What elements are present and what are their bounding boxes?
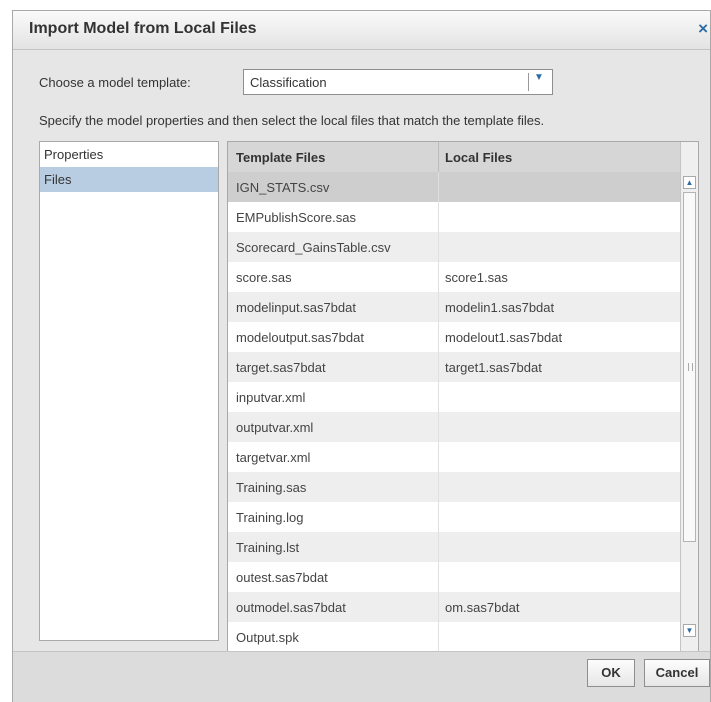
close-icon[interactable]: × (698, 19, 708, 39)
dropdown-button[interactable]: ▼ (528, 72, 548, 91)
table-row[interactable]: modeloutput.sas7bdat modelout1.sas7bdat (228, 322, 680, 352)
table-row[interactable]: targetvar.xml (228, 442, 680, 472)
table-row[interactable]: Training.sas (228, 472, 680, 502)
template-file-cell: targetvar.xml (236, 450, 311, 465)
template-file-cell: Output.spk (236, 630, 299, 645)
template-file-cell: outest.sas7bdat (236, 570, 328, 585)
chevron-down-icon: ▼ (534, 72, 544, 83)
column-header-local-files[interactable]: Local Files (445, 150, 512, 165)
dialog-footer: OK Cancel (13, 651, 710, 702)
template-file-cell: outputvar.xml (236, 420, 314, 435)
table-row[interactable]: Scorecard_GainsTable.csv (228, 232, 680, 262)
model-template-label: Choose a model template: (39, 75, 191, 90)
table-row[interactable]: outputvar.xml (228, 412, 680, 442)
table-row[interactable]: outest.sas7bdat (228, 562, 680, 592)
local-file-cell[interactable]: score1.sas (445, 270, 508, 285)
table-row[interactable]: inputvar.xml (228, 382, 680, 412)
sidebar-nav: Properties Files (39, 141, 219, 641)
template-file-cell: target.sas7bdat (236, 360, 326, 375)
dialog-title-bar[interactable]: Import Model from Local Files × (13, 11, 710, 50)
files-table: Template Files Local Files IGN_STATS.csv… (227, 141, 699, 661)
table-body: IGN_STATS.csv EMPublishScore.sas Scoreca… (228, 172, 680, 652)
vertical-scrollbar[interactable]: ▲ ▼ (680, 142, 698, 660)
table-row[interactable]: EMPublishScore.sas (228, 202, 680, 232)
template-file-cell: Training.log (236, 510, 304, 525)
table-row[interactable]: modelinput.sas7bdat modelin1.sas7bdat (228, 292, 680, 322)
grip-icon (688, 363, 693, 371)
table-row[interactable]: score.sas score1.sas (228, 262, 680, 292)
template-file-cell: Training.sas (236, 480, 307, 495)
template-file-cell: outmodel.sas7bdat (236, 600, 346, 615)
cancel-button[interactable]: Cancel (644, 659, 710, 687)
column-divider (438, 142, 439, 172)
local-file-cell[interactable]: target1.sas7bdat (445, 360, 542, 375)
table-row[interactable]: Training.lst (228, 532, 680, 562)
template-file-cell: modelinput.sas7bdat (236, 300, 356, 315)
template-file-cell: EMPublishScore.sas (236, 210, 356, 225)
scroll-up-icon[interactable]: ▲ (683, 176, 696, 189)
table-row[interactable]: Training.log (228, 502, 680, 532)
local-file-cell[interactable]: modelin1.sas7bdat (445, 300, 554, 315)
model-template-value: Classification (250, 75, 327, 90)
template-file-cell: Scorecard_GainsTable.csv (236, 240, 391, 255)
sidebar-item-properties[interactable]: Properties (40, 142, 218, 167)
local-file-cell[interactable]: modelout1.sas7bdat (445, 330, 562, 345)
column-header-template-files[interactable]: Template Files (236, 150, 325, 165)
ok-button[interactable]: OK (587, 659, 635, 687)
dialog-title: Import Model from Local Files (29, 20, 257, 37)
table-row[interactable]: Output.spk (228, 622, 680, 652)
template-file-cell: modeloutput.sas7bdat (236, 330, 364, 345)
scrollbar-thumb[interactable] (683, 192, 696, 542)
local-file-cell[interactable]: om.sas7bdat (445, 600, 519, 615)
import-model-dialog: Import Model from Local Files × Choose a… (12, 10, 711, 702)
instructions-text: Specify the model properties and then se… (39, 113, 545, 128)
template-file-cell: score.sas (236, 270, 292, 285)
scroll-down-icon[interactable]: ▼ (683, 624, 696, 637)
sidebar-item-files[interactable]: Files (40, 167, 218, 192)
table-header: Template Files Local Files (228, 142, 680, 173)
model-template-select[interactable]: Classification ▼ (243, 69, 553, 95)
table-row[interactable]: target.sas7bdat target1.sas7bdat (228, 352, 680, 382)
template-file-cell: Training.lst (236, 540, 300, 555)
table-row[interactable]: outmodel.sas7bdat om.sas7bdat (228, 592, 680, 622)
table-row[interactable]: IGN_STATS.csv (228, 172, 680, 202)
template-file-cell: inputvar.xml (236, 390, 306, 405)
template-file-cell: IGN_STATS.csv (236, 180, 330, 195)
